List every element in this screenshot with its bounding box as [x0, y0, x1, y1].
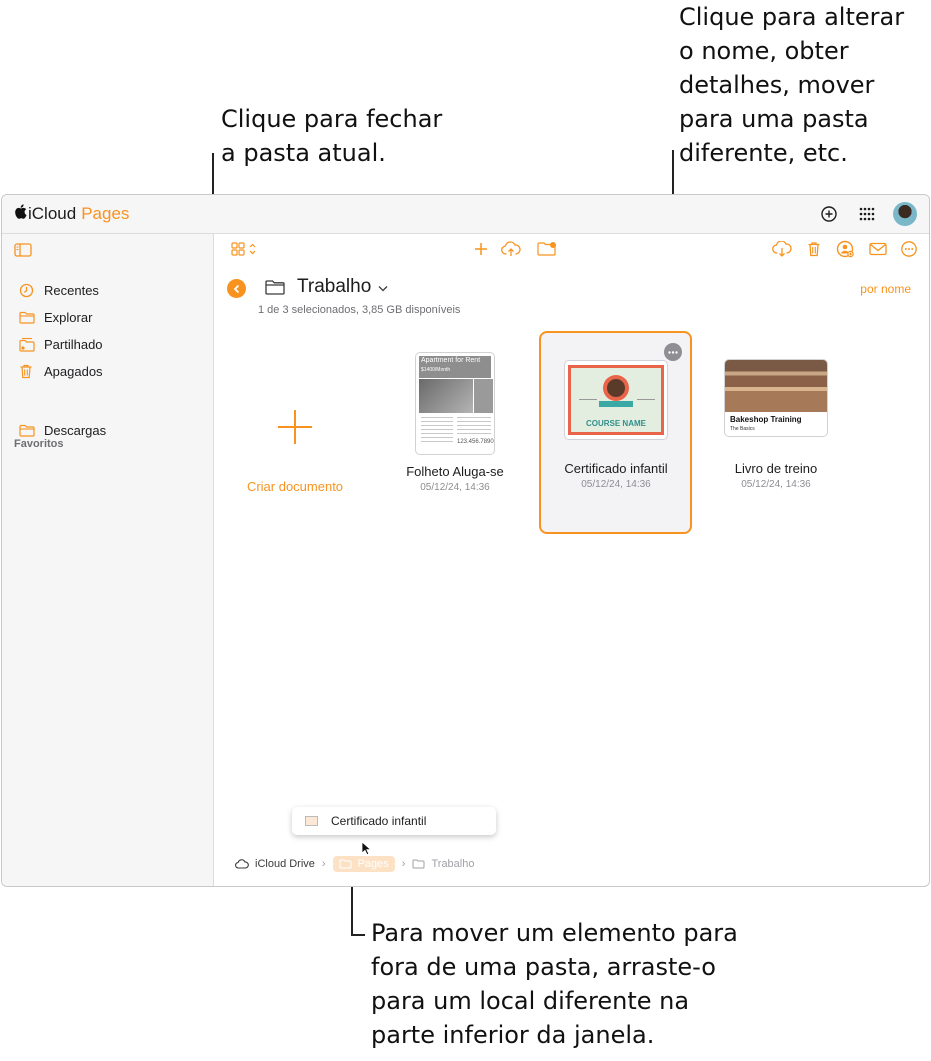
shared-folder-icon	[19, 336, 35, 352]
sidebar: Recentes Explorar Partilhado Apagados Fa…	[2, 234, 214, 886]
dragged-item[interactable]: Certificado infantil	[292, 807, 496, 835]
callout-close-folder: Clique para fechar a pasta atual.	[221, 105, 443, 167]
document-livro[interactable]: Livro de treino 05/12/24, 14:36	[705, 461, 847, 490]
chevron-down-icon	[378, 276, 388, 298]
folder-title-menu[interactable]: Trabalho	[265, 276, 388, 298]
sidebar-item-partilhado[interactable]: Partilhado	[19, 334, 103, 354]
document-thumbnail-livro[interactable]: Bakeshop Training The Basics	[724, 359, 828, 437]
sidebar-item-label: Apagados	[44, 363, 103, 379]
sort-button[interactable]: por nome	[860, 282, 911, 296]
chevron-right-icon: ›	[321, 858, 326, 870]
document-date: 05/12/24, 14:36	[420, 482, 490, 493]
document-thumbnail-certificado[interactable]: COURSE NAME	[564, 360, 668, 440]
apple-logo-icon	[14, 204, 27, 224]
document-date: 05/12/24, 14:36	[581, 479, 651, 490]
sidebar-toggle-icon[interactable]	[14, 243, 32, 262]
app-grid-icon[interactable]	[855, 202, 879, 226]
bakeshop-title: Bakeshop Training	[730, 415, 802, 424]
sidebar-item-explorar[interactable]: Explorar	[19, 307, 92, 327]
document-icon	[305, 816, 318, 826]
delete-icon[interactable]	[803, 238, 825, 260]
chevron-right-icon: ›	[401, 858, 406, 870]
top-bar: iCloud Pages	[2, 195, 929, 234]
mail-icon[interactable]	[867, 238, 889, 260]
leader-line-drag-h	[351, 934, 365, 936]
folder-icon	[412, 859, 425, 869]
breadcrumb: iCloud Drive › Pages › Trabalho	[235, 856, 474, 872]
collaborate-icon[interactable]	[834, 238, 856, 260]
breadcrumb-label: iCloud Drive	[255, 858, 315, 870]
sidebar-item-descargas[interactable]: Descargas	[19, 420, 106, 440]
top-right-controls	[817, 202, 917, 226]
document-name: Criar documento	[246, 479, 344, 494]
new-document-icon[interactable]	[470, 238, 492, 260]
brand-pages: Pages	[81, 204, 130, 223]
breadcrumb-pages[interactable]: Pages	[332, 856, 395, 872]
clock-icon	[19, 282, 35, 298]
folder-status: 1 de 3 selecionados, 3,85 GB disponíveis	[258, 304, 461, 316]
certificate-course: COURSE NAME	[585, 419, 646, 428]
flyer-phone: 123.456.7890	[457, 439, 494, 445]
sidebar-item-label: Descargas	[44, 422, 107, 438]
sidebar-item-label: Partilhado	[44, 336, 103, 352]
folder-icon	[339, 859, 352, 869]
document-name: Certificado infantil	[564, 461, 668, 476]
breadcrumb-label: Pages	[357, 858, 389, 870]
document-folheto[interactable]: Folheto Aluga-se 05/12/24, 14:36	[385, 464, 525, 493]
app-window: iCloud Pages Recentes Explorar Partilhad…	[1, 194, 930, 887]
sidebar-item-recentes[interactable]: Recentes	[19, 280, 99, 300]
document-date: 05/12/24, 14:36	[741, 479, 811, 490]
folder-icon	[265, 279, 285, 295]
create-document-card[interactable]: Criar documento	[234, 384, 356, 494]
document-certificado[interactable]: Certificado infantil 05/12/24, 14:36	[544, 461, 688, 490]
folder-title: Trabalho	[297, 276, 372, 297]
breadcrumb-label: Trabalho	[431, 858, 475, 870]
breadcrumb-trabalho[interactable]: Trabalho	[412, 858, 474, 870]
avatar[interactable]	[893, 202, 917, 226]
sidebar-item-label: Explorar	[44, 309, 93, 325]
callout-more-options: Clique para alterar o nome, obter detalh…	[679, 3, 905, 167]
main-area: Trabalho 1 de 3 selecionados, 3,85 GB di…	[214, 234, 929, 886]
sidebar-item-label: Recentes	[44, 282, 99, 298]
cloud-icon	[235, 859, 249, 869]
add-circle-icon[interactable]	[817, 202, 841, 226]
document-name: Folheto Aluga-se	[406, 464, 504, 479]
new-folder-icon[interactable]	[536, 238, 558, 260]
brand-icloud: iCloud	[28, 204, 77, 223]
plus-icon	[234, 384, 356, 470]
close-folder-button[interactable]	[227, 279, 246, 298]
item-more-button[interactable]	[664, 343, 682, 361]
more-options-icon[interactable]	[898, 238, 920, 260]
trash-icon	[19, 363, 35, 379]
app-brand[interactable]: iCloud Pages	[14, 204, 129, 224]
folder-icon	[19, 422, 35, 438]
document-name: Livro de treino	[734, 461, 818, 476]
view-switcher-icon[interactable]	[230, 238, 260, 260]
flyer-title: Apartment for Rent	[421, 357, 481, 364]
dragged-item-label: Certificado infantil	[331, 814, 427, 828]
breadcrumb-icloud-drive[interactable]: iCloud Drive	[235, 858, 315, 870]
sidebar-item-apagados[interactable]: Apagados	[19, 361, 103, 381]
bakeshop-subtitle: The Basics	[730, 426, 755, 432]
download-icon[interactable]	[771, 238, 793, 260]
upload-icon[interactable]	[500, 238, 522, 260]
flyer-price: $1400/Month	[421, 367, 451, 373]
callout-drag-out: Para mover um elemento para fora de uma …	[371, 919, 738, 1049]
document-thumbnail-folheto[interactable]: Apartment for Rent $1400/Month 123.456.7…	[415, 352, 495, 455]
folder-icon	[19, 309, 35, 325]
